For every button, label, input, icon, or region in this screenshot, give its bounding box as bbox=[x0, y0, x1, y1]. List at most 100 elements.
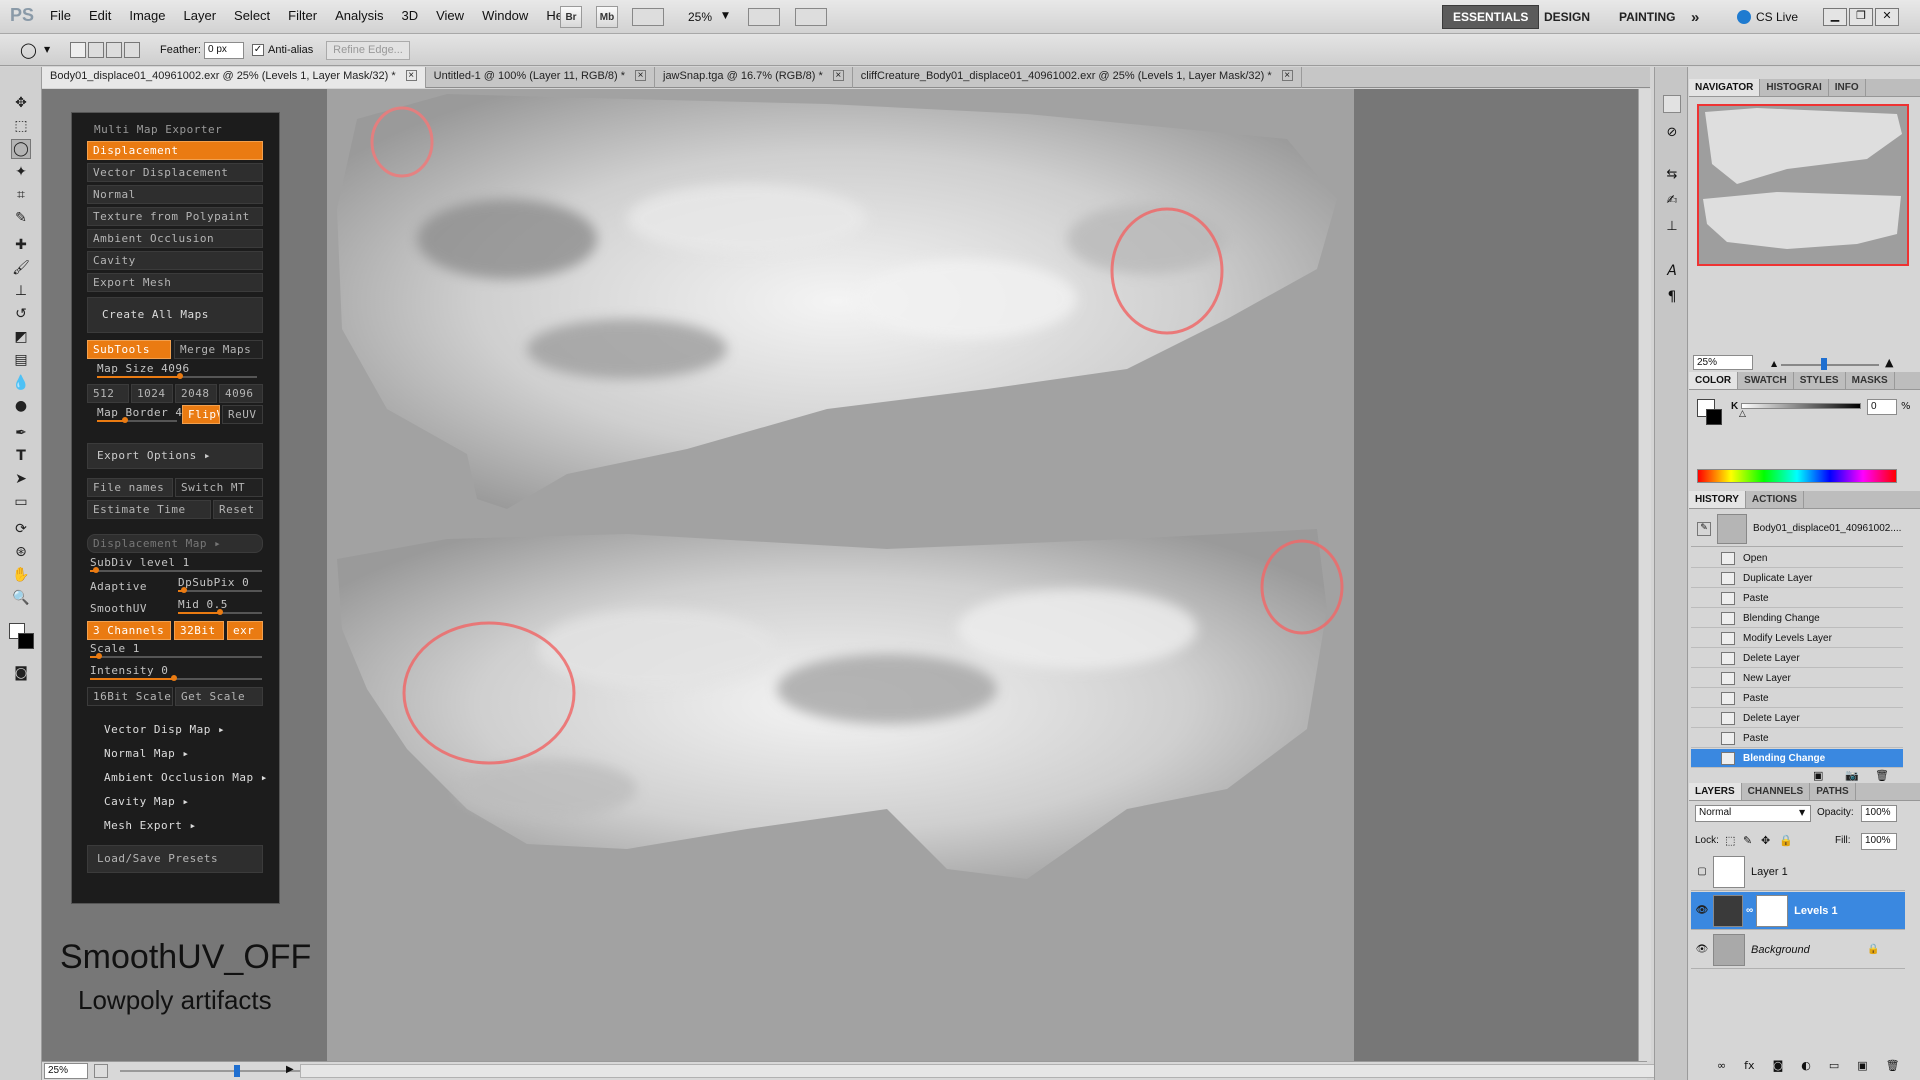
cavity-map-subpalette[interactable]: Cavity Map ▸ bbox=[104, 795, 189, 808]
document-canvas[interactable] bbox=[327, 89, 1354, 1061]
zoom-tool-icon[interactable]: 🔍 bbox=[11, 588, 31, 608]
lock-pixels-icon[interactable]: ✎ bbox=[1743, 834, 1752, 847]
tab-channels[interactable]: CHANNELS bbox=[1742, 783, 1811, 800]
history-item[interactable]: Modify Levels Layer bbox=[1691, 629, 1903, 648]
tab-navigator[interactable]: NAVIGATOR bbox=[1689, 79, 1761, 96]
menu-image[interactable]: Image bbox=[129, 8, 165, 23]
arrange-documents-icon[interactable] bbox=[748, 8, 780, 26]
blend-mode-select[interactable]: Normal bbox=[1695, 805, 1811, 822]
color-spectrum-ramp[interactable] bbox=[1697, 469, 1897, 483]
zoom-out-icon[interactable]: ▲ bbox=[1771, 359, 1777, 368]
size-512-button[interactable]: 512 bbox=[87, 384, 129, 403]
workspace-design[interactable]: DESIGN bbox=[1534, 5, 1600, 29]
minibridge-button[interactable]: Mb bbox=[596, 6, 618, 28]
add-mask-icon[interactable]: ◙ bbox=[1773, 1059, 1784, 1077]
history-item[interactable]: Delete Layer bbox=[1691, 709, 1903, 728]
delete-layer-icon[interactable]: 🗑 bbox=[1886, 1059, 1900, 1077]
navigator-slider-thumb[interactable] bbox=[1821, 358, 1827, 370]
switch-mt-button[interactable]: Switch MT bbox=[175, 478, 263, 497]
new-selection-icon[interactable] bbox=[70, 42, 86, 58]
close-icon[interactable]: ✕ bbox=[1875, 8, 1899, 26]
exr-button[interactable]: exr bbox=[227, 621, 263, 640]
subtract-selection-icon[interactable] bbox=[106, 42, 122, 58]
size-1024-button[interactable]: 1024 bbox=[131, 384, 173, 403]
get-scale-button[interactable]: Get Scale bbox=[175, 687, 263, 706]
minibridge-panel-icon[interactable] bbox=[1663, 95, 1681, 113]
add-selection-icon[interactable] bbox=[88, 42, 104, 58]
merge-maps-button[interactable]: Merge Maps bbox=[174, 340, 263, 359]
eye-icon[interactable]: 👁 bbox=[1691, 905, 1713, 916]
history-brush-source-icon[interactable]: ✎ bbox=[1697, 521, 1711, 536]
opacity-input[interactable]: 100% bbox=[1861, 805, 1897, 822]
layer-row-background[interactable]: 👁 Background 🔒 bbox=[1691, 931, 1905, 969]
path-select-icon[interactable]: ➤ bbox=[11, 469, 31, 489]
close-icon[interactable]: × bbox=[635, 70, 646, 81]
displacement-map-subpalette[interactable]: Displacement Map ▸ bbox=[87, 534, 263, 553]
quick-select-tool-icon[interactable]: ✦ bbox=[11, 162, 31, 182]
smoothuv-toggle[interactable]: SmoothUV bbox=[90, 602, 147, 615]
chevron-down-icon[interactable]: ▼ bbox=[44, 45, 50, 54]
create-all-maps-button[interactable]: Create All Maps bbox=[87, 297, 263, 333]
new-layer-icon[interactable]: ▣ bbox=[1857, 1059, 1867, 1077]
lock-transparent-icon[interactable]: ⬚ bbox=[1725, 834, 1735, 847]
ao-map-subpalette[interactable]: Ambient Occlusion Map ▸ bbox=[104, 771, 268, 784]
reset-button[interactable]: Reset bbox=[213, 500, 263, 519]
normal-map-subpalette[interactable]: Normal Map ▸ bbox=[104, 747, 189, 760]
layer-row-layer-1[interactable]: ▢ Layer 1 bbox=[1691, 853, 1905, 891]
dpsubpix-slider[interactable] bbox=[178, 587, 262, 593]
menu-edit[interactable]: Edit bbox=[89, 8, 111, 23]
refine-edge-button[interactable]: Refine Edge... bbox=[326, 41, 410, 60]
k-slider[interactable] bbox=[1741, 403, 1861, 409]
map-vector-displacement-button[interactable]: Vector Displacement bbox=[87, 163, 263, 182]
flipv-button[interactable]: FlipV bbox=[182, 405, 220, 424]
map-ambient-occlusion-button[interactable]: Ambient Occlusion bbox=[87, 229, 263, 248]
clone-source-icon[interactable]: ⊘ bbox=[1663, 125, 1681, 143]
background-color-swatch[interactable] bbox=[18, 633, 34, 649]
healing-tool-icon[interactable]: ✚ bbox=[11, 235, 31, 255]
tab-untitled-1[interactable]: Untitled-1 @ 100% (Layer 11, RGB/8) * × bbox=[426, 67, 655, 88]
tab-body01-displace[interactable]: Body01_displace01_40961002.exr @ 25% (Le… bbox=[42, 67, 426, 88]
pen-tool-icon[interactable]: ✒ bbox=[11, 423, 31, 443]
more-workspaces-button[interactable]: » bbox=[1681, 5, 1709, 29]
tab-cliffcreature[interactable]: cliffCreature_Body01_displace01_40961002… bbox=[853, 67, 1302, 88]
16bit-scale-button[interactable]: 16Bit Scale bbox=[87, 687, 173, 706]
blur-tool-icon[interactable]: 💧 bbox=[11, 373, 31, 393]
history-item-current[interactable]: Blending Change bbox=[1691, 749, 1903, 768]
lock-position-icon[interactable]: ✥ bbox=[1761, 834, 1770, 847]
adaptive-toggle[interactable]: Adaptive bbox=[90, 580, 147, 593]
new-group-icon[interactable]: ▭ bbox=[1829, 1059, 1839, 1077]
map-cavity-button[interactable]: Cavity bbox=[87, 251, 263, 270]
zoom-slider-thumb[interactable] bbox=[234, 1065, 240, 1077]
history-item[interactable]: Paste bbox=[1691, 689, 1903, 708]
tab-info[interactable]: INFO bbox=[1829, 79, 1866, 96]
estimate-time-button[interactable]: Estimate Time bbox=[87, 500, 211, 519]
tab-styles[interactable]: STYLES bbox=[1794, 372, 1846, 389]
move-tool-icon[interactable]: ✥ bbox=[11, 93, 31, 113]
adjustment-layer-icon[interactable]: ◐ bbox=[1801, 1059, 1811, 1077]
history-item[interactable]: Paste bbox=[1691, 729, 1903, 748]
history-snapshot[interactable]: ✎ Body01_displace01_40961002.... bbox=[1691, 511, 1903, 547]
lock-all-icon[interactable]: 🔒 bbox=[1779, 834, 1793, 847]
dodge-tool-icon[interactable]: ● bbox=[11, 396, 31, 416]
status-zoom-input[interactable]: 25% bbox=[44, 1063, 88, 1079]
menu-select[interactable]: Select bbox=[234, 8, 270, 23]
eraser-tool-icon[interactable]: ◩ bbox=[11, 327, 31, 347]
vertical-scrollbar[interactable] bbox=[1638, 89, 1651, 1061]
mid-slider[interactable] bbox=[178, 609, 262, 615]
3-channels-button[interactable]: 3 Channels bbox=[87, 621, 171, 640]
history-item[interactable]: Duplicate Layer bbox=[1691, 569, 1903, 588]
tab-masks[interactable]: MASKS bbox=[1846, 372, 1895, 389]
tab-histogram[interactable]: HISTOGRAI bbox=[1760, 79, 1829, 96]
file-names-button[interactable]: File names bbox=[87, 478, 173, 497]
mesh-export-subpalette[interactable]: Mesh Export ▸ bbox=[104, 819, 197, 832]
intensity-slider[interactable] bbox=[90, 675, 262, 681]
zoom-level-dropdown[interactable]: 25% bbox=[688, 10, 712, 24]
status-info-icon[interactable] bbox=[94, 1064, 108, 1078]
tab-color[interactable]: COLOR bbox=[1689, 372, 1739, 389]
layer-mask-thumbnail[interactable] bbox=[1756, 894, 1789, 927]
history-brush-icon[interactable]: ↺ bbox=[11, 304, 31, 324]
reuv-button[interactable]: ReUV bbox=[222, 405, 263, 424]
menu-3d[interactable]: 3D bbox=[401, 8, 418, 23]
tab-swatches[interactable]: SWATCH bbox=[1738, 372, 1794, 389]
adjustments-icon[interactable]: ⇆ bbox=[1663, 167, 1681, 185]
